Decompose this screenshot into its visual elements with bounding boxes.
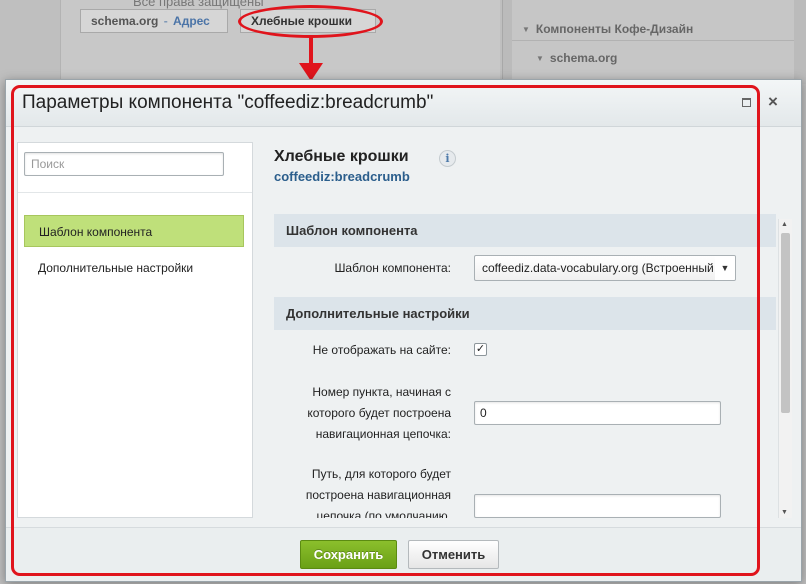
annotation-arrow-line <box>309 37 313 65</box>
field-row-path: Путь, для которого будет построена навиг… <box>274 454 776 518</box>
chevron-down-icon: ▼ <box>715 256 735 280</box>
field-label: Номер пункта, начиная с <box>312 385 451 399</box>
field-row-hide: Не отображать на сайте: ✓ <box>274 330 776 372</box>
sidebar-item-template[interactable]: Шаблон компонента <box>24 215 244 247</box>
start-level-input[interactable] <box>474 401 721 425</box>
annotation-oval <box>238 5 383 38</box>
field-label: навигационная цепочка: <box>315 427 451 441</box>
components-tree-item[interactable]: ▼ schema.org <box>512 46 794 70</box>
breadcrumb-separator: - <box>163 14 168 28</box>
tree-item-label: schema.org <box>549 51 618 65</box>
field-label: Не отображать на сайте: <box>312 343 451 357</box>
breadcrumb-schema-address[interactable]: schema.org - Адрес <box>80 9 228 33</box>
template-select[interactable]: coffeediz.data-vocabulary.org (Встроенны… <box>474 255 736 281</box>
select-value: coffeediz.data-vocabulary.org (Встроенны… <box>482 261 736 275</box>
save-button[interactable]: Сохранить <box>300 540 397 569</box>
search-input[interactable] <box>24 152 224 176</box>
breadcrumb-part: schema.org <box>91 14 159 28</box>
field-label: Путь, для которого будет <box>311 467 451 481</box>
close-icon[interactable]: × <box>768 92 778 112</box>
field-label: построена навигационная <box>305 488 451 502</box>
tree-item-label: Компоненты Кофе-Дизайн <box>535 22 694 36</box>
scroll-down-icon[interactable]: ▼ <box>781 509 788 516</box>
hide-checkbox[interactable]: ✓ <box>474 343 487 356</box>
maximize-icon[interactable] <box>742 98 751 107</box>
component-code: coffeediz:breadcrumb <box>274 169 410 184</box>
content-scrollbar[interactable]: ▲ ▼ <box>778 219 792 518</box>
path-input[interactable] <box>474 494 721 518</box>
field-label: Шаблон компонента: <box>334 261 451 275</box>
dialog-titlebar[interactable]: Параметры компонента "coffeediz:breadcru… <box>6 80 801 127</box>
breadcrumb-part: Адрес <box>173 14 210 28</box>
component-params-dialog: Параметры компонента "coffeediz:breadcru… <box>5 79 802 582</box>
field-row-start-level: Номер пункта, начиная с которого будет п… <box>274 372 776 454</box>
dialog-sidebar: Шаблон компонента Дополнительные настрой… <box>17 142 253 518</box>
section-header-template: Шаблон компонента <box>274 214 776 247</box>
dialog-content: Хлебные крошки i coffeediz:breadcrumb Ша… <box>274 142 794 518</box>
scroll-up-icon[interactable]: ▲ <box>781 221 788 228</box>
triangle-down-icon: ▼ <box>522 25 530 34</box>
copyright-text: Все права защищены <box>133 0 264 9</box>
info-icon[interactable]: i <box>439 150 456 167</box>
dialog-title: Параметры компонента "coffeediz:breadcru… <box>22 92 434 113</box>
field-row-template: Шаблон компонента: coffeediz.data-vocabu… <box>274 247 776 291</box>
dialog-footer: Сохранить Отменить <box>6 527 801 581</box>
field-label: цепочка (по умолчанию, <box>316 509 451 518</box>
section-header-additional: Дополнительные настройки <box>274 297 776 330</box>
field-label: которого будет построена <box>307 406 451 420</box>
triangle-down-icon: ▼ <box>536 54 544 63</box>
search-area <box>18 143 252 193</box>
sidebar-item-additional[interactable]: Дополнительные настройки <box>24 252 244 284</box>
components-panel: ▼ Компоненты Кофе-Дизайн ▼ schema.org <box>512 0 794 84</box>
scroll-thumb[interactable] <box>781 233 790 413</box>
component-name: Хлебные крошки <box>274 148 409 165</box>
components-tree-item[interactable]: ▼ Компоненты Кофе-Дизайн <box>512 17 794 41</box>
cancel-button[interactable]: Отменить <box>408 540 499 569</box>
